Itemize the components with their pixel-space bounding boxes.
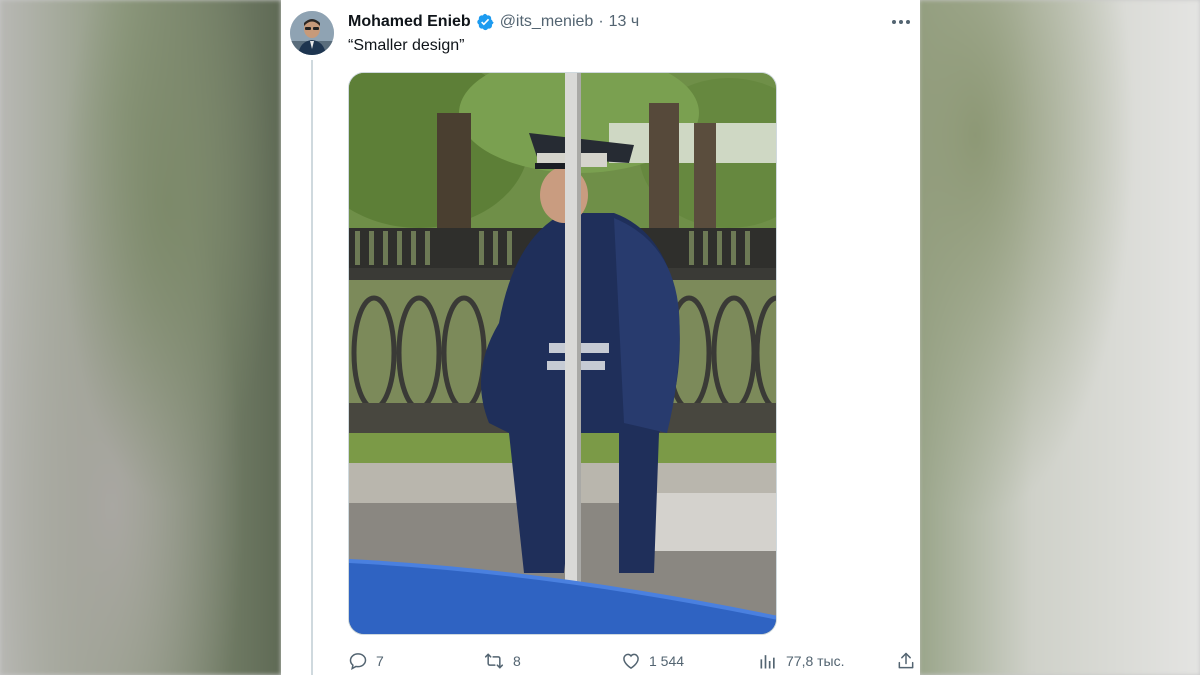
more-icon[interactable]: [888, 10, 914, 34]
reply-count: 7: [376, 653, 384, 669]
tweet-text: “Smaller design”: [348, 37, 465, 54]
tweet-photo[interactable]: [348, 72, 777, 635]
blurred-background-right: [919, 0, 1200, 675]
reply-icon: [348, 651, 368, 671]
views-icon: [758, 651, 778, 671]
blurred-background-left: [0, 0, 281, 675]
tweet-actions: 7 8 1 544 77,8 тыс.: [348, 648, 918, 674]
share-button[interactable]: [896, 648, 916, 674]
retweet-count: 8: [513, 653, 521, 669]
view-count: 77,8 тыс.: [786, 653, 845, 669]
avatar[interactable]: [290, 11, 334, 55]
verified-badge-icon: [476, 13, 494, 31]
like-icon: [621, 651, 641, 671]
thread-line: [311, 60, 313, 675]
separator-dot: ·: [598, 13, 604, 30]
like-button[interactable]: 1 544: [621, 648, 684, 674]
like-count: 1 544: [649, 653, 685, 669]
author-name[interactable]: Mohamed Enieb: [348, 13, 471, 31]
author-handle[interactable]: @its_menieb: [500, 13, 594, 31]
retweet-icon: [483, 651, 505, 671]
tweet-header: Mohamed Enieb @its_menieb · 13 ч: [348, 12, 639, 32]
reply-button[interactable]: 7: [348, 648, 384, 674]
tweet-card[interactable]: Mohamed Enieb @its_menieb · 13 ч “Smalle…: [281, 0, 920, 675]
share-icon: [896, 651, 916, 671]
retweet-button[interactable]: 8: [483, 648, 521, 674]
views-button[interactable]: 77,8 тыс.: [758, 648, 845, 674]
timestamp[interactable]: 13 ч: [609, 13, 640, 31]
